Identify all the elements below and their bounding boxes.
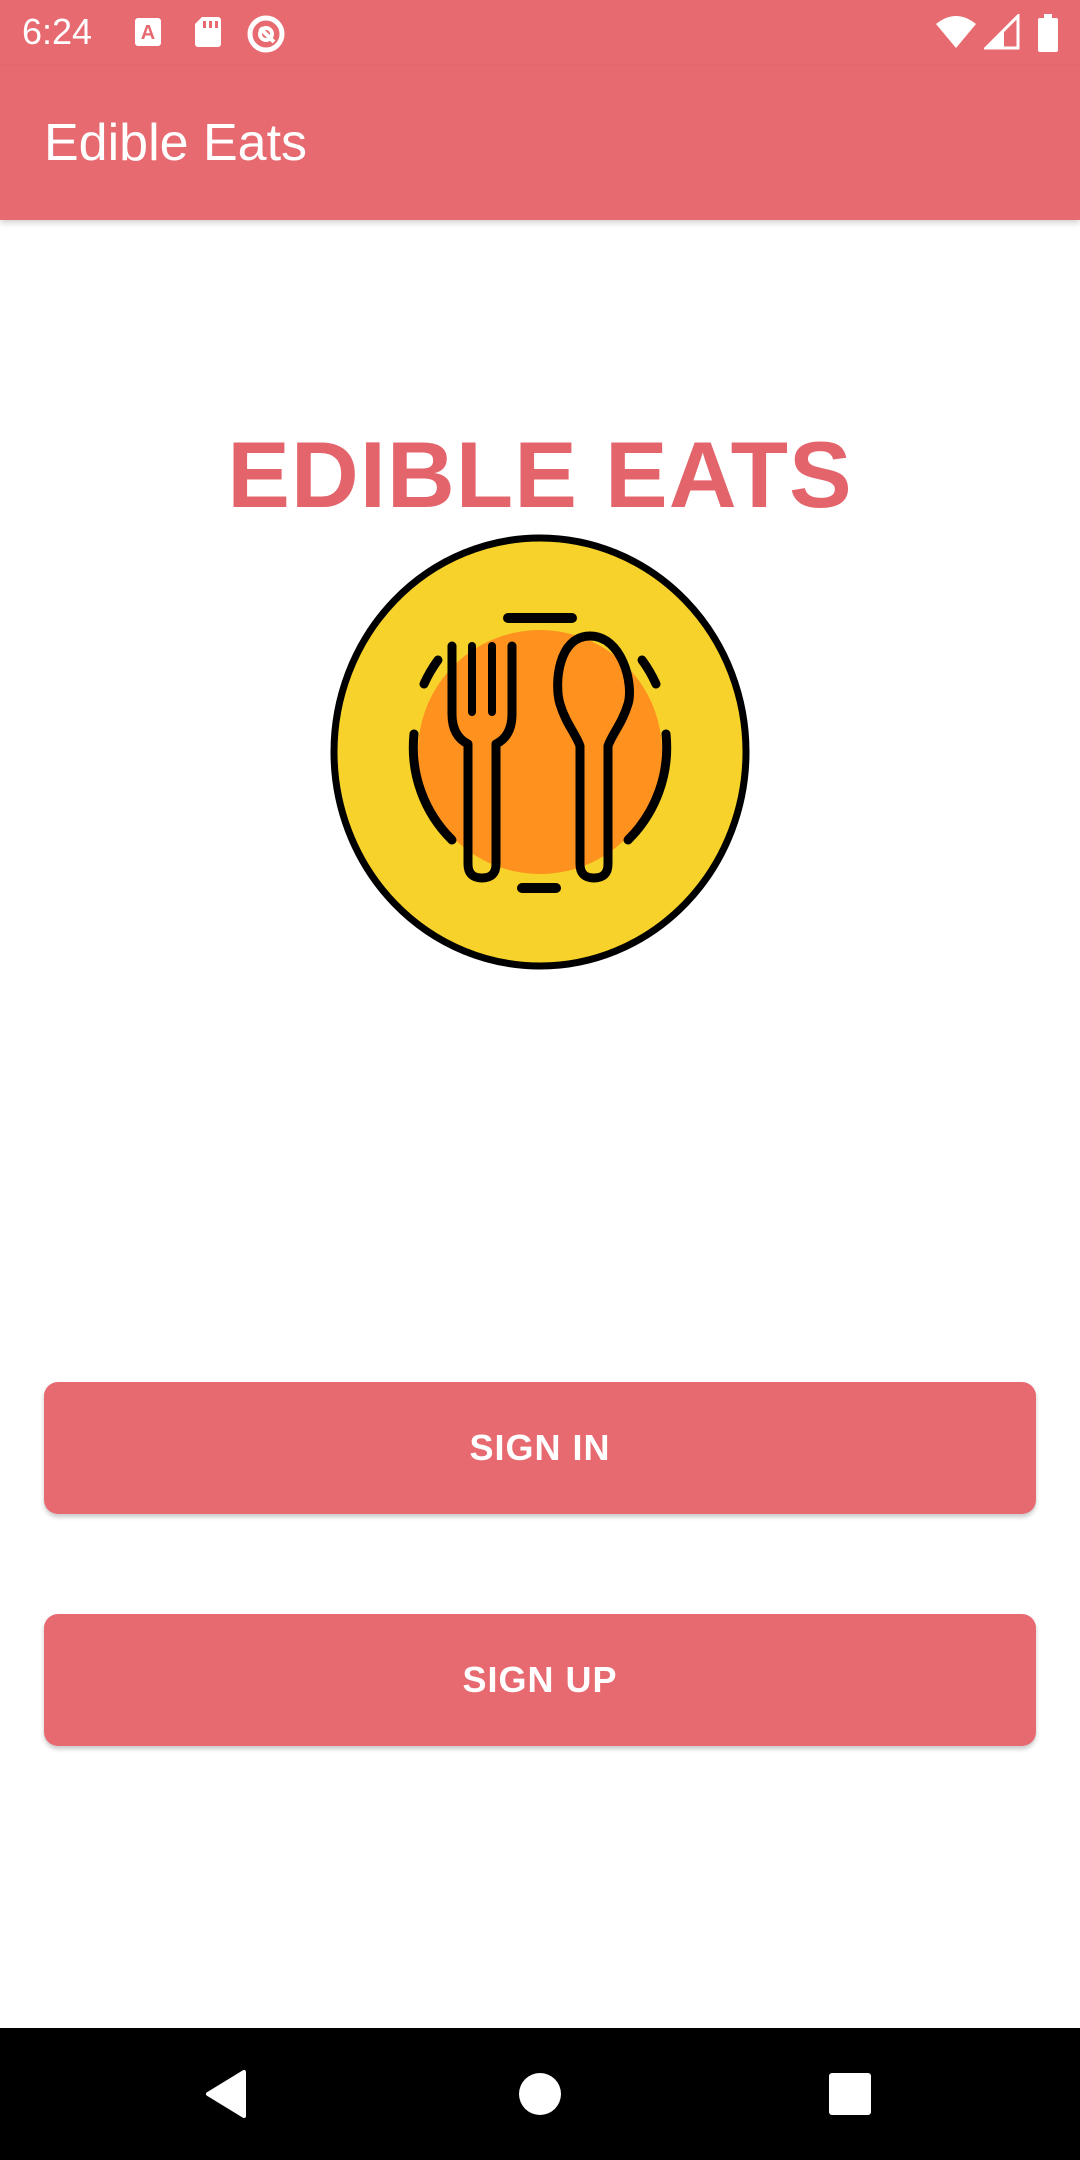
wifi-icon — [934, 14, 976, 50]
svg-text:A: A — [141, 22, 155, 44]
sign-in-button[interactable]: SIGN IN — [44, 1382, 1036, 1514]
plate-fork-spoon-icon — [330, 534, 750, 970]
cell-signal-icon — [982, 12, 1020, 50]
status-time: 6:24 — [22, 11, 93, 52]
hero-title: EDIBLE EATS — [227, 422, 853, 527]
sign-up-button[interactable]: SIGN UP — [44, 1614, 1036, 1746]
sd-card-icon — [190, 14, 226, 50]
battery-icon — [1036, 14, 1072, 52]
back-icon[interactable] — [186, 2054, 266, 2134]
status-bar: 6:24 A — [0, 0, 1080, 66]
app-title: Edible Eats — [44, 114, 308, 172]
app-bar: Edible Eats — [0, 66, 1080, 220]
at-sign-icon — [246, 14, 285, 53]
navigation-bar — [0, 2028, 1080, 2160]
a-notification-icon: A — [130, 14, 166, 50]
screen: 6:24 A Edible Eats EDIBLE EATS SIGN IN S… — [0, 0, 1080, 2160]
home-icon[interactable] — [500, 2054, 580, 2134]
recents-icon[interactable] — [810, 2054, 890, 2134]
